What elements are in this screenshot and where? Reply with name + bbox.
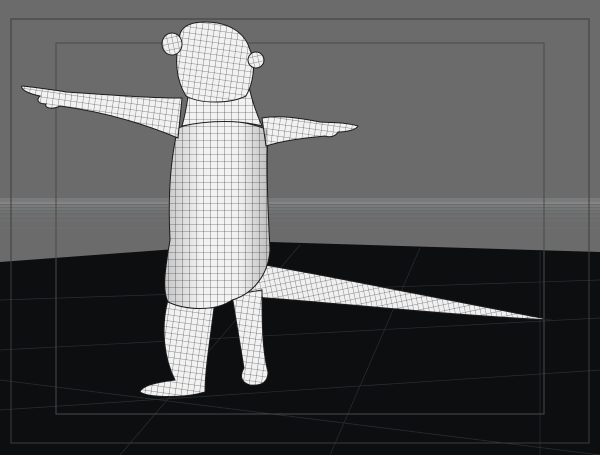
3d-viewport[interactable] [0,0,600,455]
mesh-left-ear [161,32,183,56]
viewport-canvas[interactable] [0,0,600,455]
mesh-right-ear [247,51,265,69]
